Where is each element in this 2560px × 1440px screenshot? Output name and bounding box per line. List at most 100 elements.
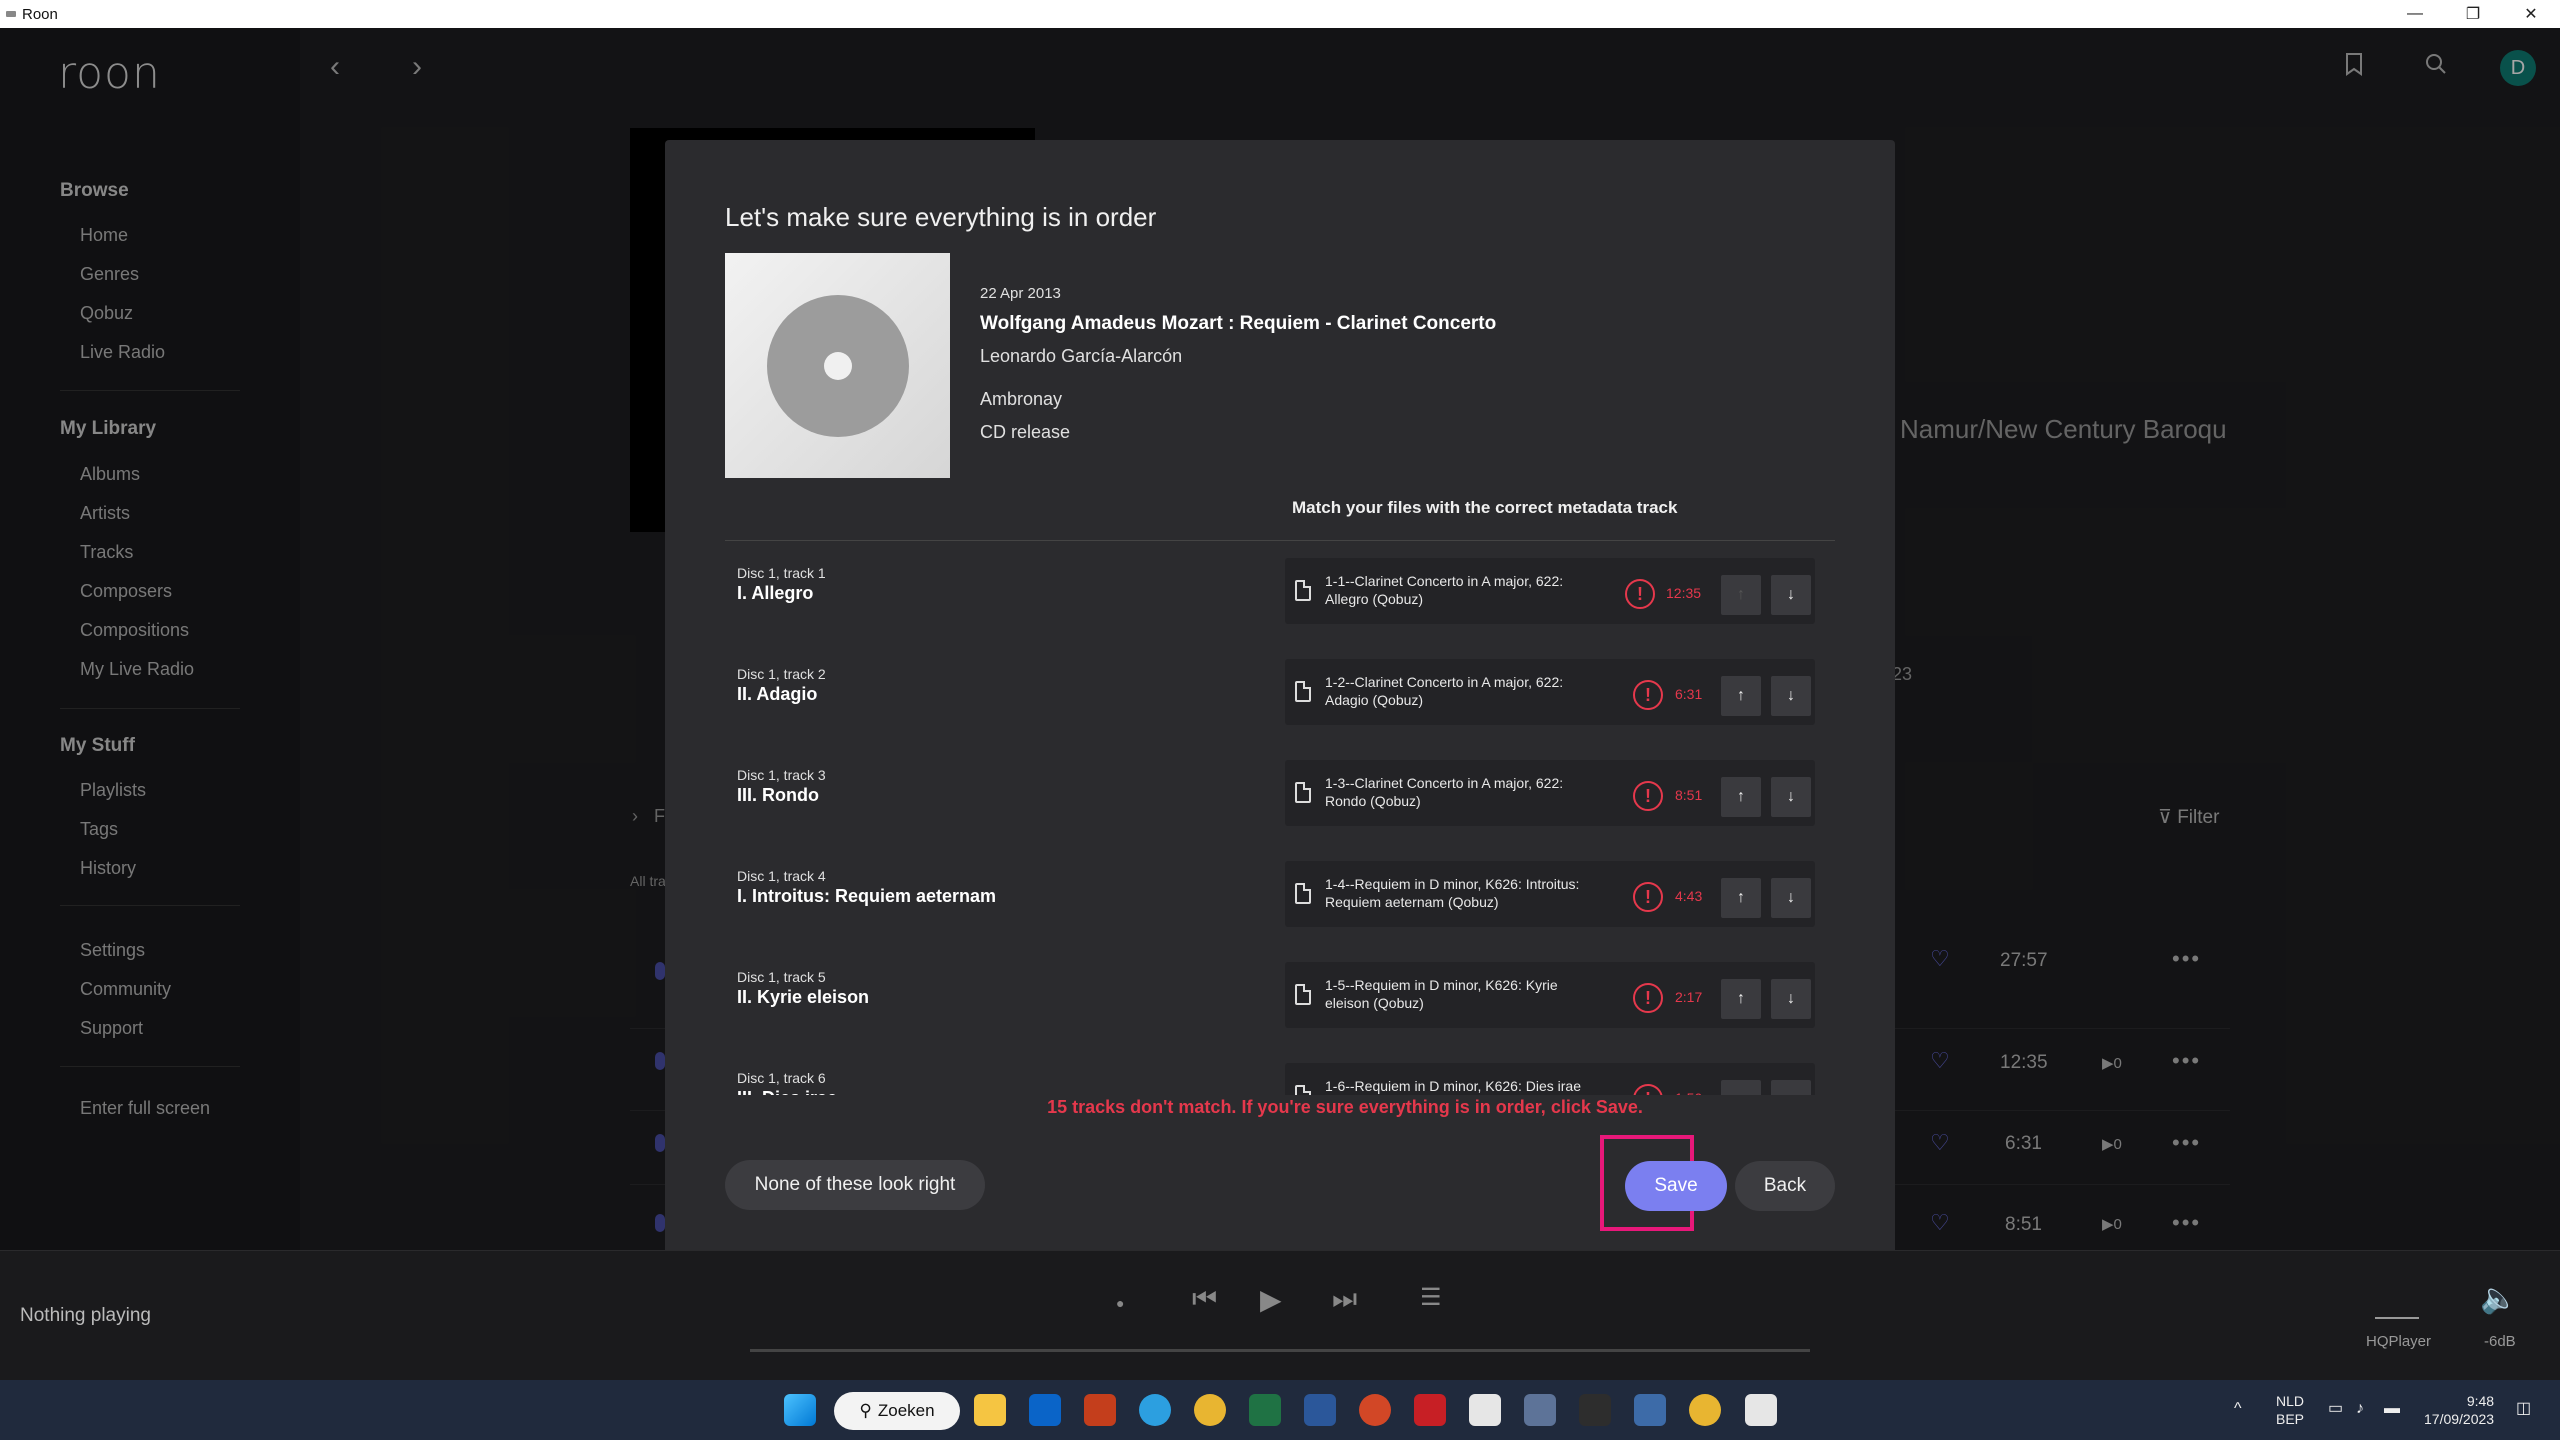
app-icon[interactable] [1414, 1394, 1446, 1426]
move-down-button[interactable]: ↓ [1771, 575, 1811, 615]
none-look-right-button[interactable]: None of these look right [725, 1160, 985, 1210]
move-up-button[interactable]: ↑ [1721, 979, 1761, 1019]
move-down-button[interactable]: ↓ [1771, 878, 1811, 918]
track-row: Disc 1, track 4 I. Introitus: Requiem ae… [725, 853, 1835, 953]
mismatch-warning-icon: ! [1633, 882, 1663, 912]
previous-track-icon[interactable]: ⏮ [1192, 1283, 1217, 1316]
battery-icon[interactable]: ▬ [2384, 1400, 2400, 1418]
track-name: II. Adagio [737, 684, 818, 704]
matched-file[interactable]: 1-5--Requiem in D minor, K626: Kyrie ele… [1285, 962, 1815, 1028]
track-name: III. Rondo [737, 785, 819, 805]
track-name: I. Introitus: Requiem aeternam [737, 886, 997, 906]
mismatch-warning-icon: ! [1633, 983, 1663, 1013]
matched-file[interactable]: 1-4--Requiem in D minor, K626: Introitus… [1285, 861, 1815, 927]
album-label: Ambronay [980, 389, 1063, 409]
mismatch-warning-icon: ! [1625, 579, 1655, 609]
chrome-icon[interactable] [1194, 1394, 1226, 1426]
track-number: Disc 1, track 3 [737, 767, 826, 783]
maximize-button[interactable]: ❐ [2444, 0, 2502, 28]
queue-icon[interactable]: ☰ [1420, 1283, 1442, 1312]
file-icon [1295, 782, 1311, 803]
volume-icon[interactable]: 🔈 [2480, 1281, 2517, 1316]
matched-file[interactable]: 1-1--Clarinet Concerto in A major, 622: … [1285, 558, 1815, 624]
windows-start-icon[interactable] [784, 1394, 816, 1426]
seek-bar[interactable] [750, 1349, 1810, 1352]
speaker-icon[interactable]: ♪ [2356, 1400, 2364, 1418]
file-icon [1295, 580, 1311, 601]
outlook-icon[interactable] [1029, 1394, 1061, 1426]
edge-icon[interactable] [1139, 1394, 1171, 1426]
file-duration: 6:31 [1675, 686, 1703, 702]
track-name: I. Allegro [737, 583, 814, 603]
file-icon [1295, 883, 1311, 904]
mismatch-warning-icon: ! [1633, 680, 1663, 710]
word-icon[interactable] [1304, 1394, 1336, 1426]
back-button[interactable]: Back [1735, 1161, 1835, 1211]
track-name: II. Kyrie eleison [737, 987, 870, 1007]
app-icon[interactable] [1469, 1394, 1501, 1426]
matched-file[interactable]: 1-3--Clarinet Concerto in A major, 622: … [1285, 760, 1815, 826]
clock-time: 9:48 [2466, 1393, 2495, 1409]
move-up-button[interactable]: ↑ [1721, 777, 1761, 817]
close-button[interactable]: ✕ [2502, 0, 2560, 28]
track-number: Disc 1, track 5 [737, 969, 826, 985]
track-number: Disc 1, track 1 [737, 565, 826, 581]
play-icon[interactable]: ▶ [1260, 1283, 1282, 1316]
file-icon [1295, 984, 1311, 1005]
search-icon: ⚲ [859, 1401, 872, 1420]
office-icon[interactable] [1084, 1394, 1116, 1426]
dialog-title: Let's make sure everything is in order [725, 202, 1157, 232]
matched-file[interactable]: 1-2--Clarinet Concerto in A major, 622: … [1285, 659, 1815, 725]
minimize-button[interactable]: — [2386, 0, 2444, 28]
album-art-placeholder [725, 253, 950, 478]
move-down-button[interactable]: ↓ [1771, 777, 1811, 817]
terminal-icon[interactable] [1579, 1394, 1611, 1426]
save-button[interactable]: Save [1625, 1161, 1727, 1211]
powerpoint-icon[interactable] [1359, 1394, 1391, 1426]
track-number: Disc 1, track 2 [737, 666, 826, 682]
mismatch-warning-message: 15 tracks don't match. If you're sure ev… [1047, 1097, 1643, 1117]
volume-level: -6dB [2484, 1333, 2516, 1350]
app-icon [6, 11, 16, 17]
track-row: Disc 1, track 1 I. Allegro 1-1--Clarinet… [725, 550, 1835, 650]
tray-overflow-icon[interactable]: ^ [2234, 1400, 2242, 1418]
excel-icon[interactable] [1249, 1394, 1281, 1426]
move-up-button[interactable]: ↑ [1721, 878, 1761, 918]
window-titlebar: Roon — ❐ ✕ [0, 0, 2560, 28]
file-duration: 8:51 [1675, 787, 1703, 803]
move-down-button[interactable]: ↓ [1771, 676, 1811, 716]
move-up-button[interactable]: ↑ [1721, 676, 1761, 716]
clock[interactable]: 9:48 17/09/2023 [2424, 1392, 2494, 1428]
hqplayer-zone-icon[interactable] [2375, 1283, 2419, 1319]
windows-taskbar: ⚲ Zoeken ^ NLD BEP ▭ ♪ ▬ 9:48 17/09/2023… [0, 1380, 2560, 1440]
track-number: Disc 1, track 4 [737, 868, 826, 884]
network-icon[interactable]: ▭ [2328, 1400, 2343, 1418]
file-duration: 2:17 [1675, 989, 1703, 1005]
chrome-icon[interactable] [1689, 1394, 1721, 1426]
file-explorer-icon[interactable] [974, 1394, 1006, 1426]
file-icon [1295, 681, 1311, 702]
taskbar-search[interactable]: ⚲ Zoeken [834, 1392, 960, 1430]
match-heading: Match your files with the correct metada… [1292, 498, 1678, 517]
roon-taskbar-icon[interactable] [1745, 1394, 1777, 1426]
shuffle-icon[interactable]: ● [1116, 1295, 1124, 1311]
app-icon[interactable] [1634, 1394, 1666, 1426]
clock-date: 17/09/2023 [2424, 1411, 2495, 1427]
album-format: CD release [980, 422, 1071, 442]
file-duration: 4:43 [1675, 888, 1703, 904]
notification-icon[interactable]: ◫ [2516, 1400, 2531, 1418]
zone-name[interactable]: HQPlayer [2366, 1333, 2431, 1350]
file-name: 1-2--Clarinet Concerto in A major, 622: … [1325, 674, 1564, 708]
move-down-button[interactable]: ↓ [1771, 979, 1811, 1019]
track-row: Disc 1, track 2 II. Adagio 1-2--Clarinet… [725, 651, 1835, 751]
album-title: Wolfgang Amadeus Mozart : Requiem - Clar… [980, 313, 1497, 334]
move-up-button[interactable]: ↑ [1721, 575, 1761, 615]
next-track-icon[interactable]: ⏭ [1332, 1283, 1357, 1316]
now-playing-bar: Nothing playing ● ⏮ ▶ ⏭ ☰ HQPlayer 🔈 -6d… [0, 1250, 2560, 1380]
track-number: Disc 1, track 6 [737, 1070, 826, 1086]
file-name: 1-3--Clarinet Concerto in A major, 622: … [1325, 775, 1564, 809]
file-duration: 12:35 [1666, 585, 1702, 601]
metadata-match-dialog: Let's make sure everything is in order 2… [665, 140, 1895, 1268]
language-indicator[interactable]: NLD BEP [2276, 1392, 2304, 1428]
network-app-icon[interactable] [1524, 1394, 1556, 1426]
